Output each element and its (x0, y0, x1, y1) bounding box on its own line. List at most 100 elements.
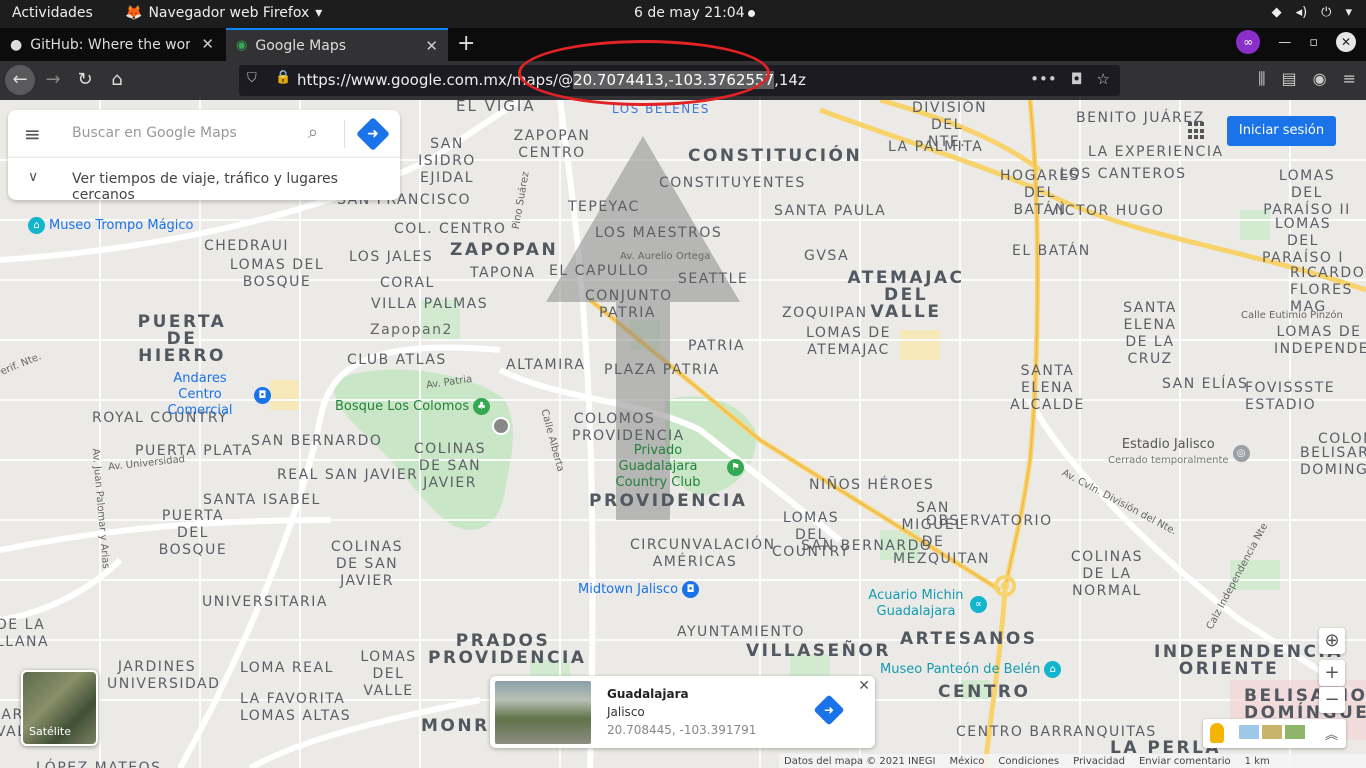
tab-github[interactable]: ● GitHub: Where the world ✕ (0, 28, 224, 61)
map-label: TAPONA (470, 265, 536, 281)
pocket-icon[interactable]: ◘ (1071, 70, 1083, 88)
home-button[interactable]: ⌂ (102, 65, 132, 95)
museum-icon: ⌂ (28, 217, 45, 234)
poi-label: Andares Centro Comercial (167, 371, 233, 418)
layer-thumbnail-terrain[interactable] (1262, 725, 1282, 739)
poi-label: Acuario Michin Guadalajara (868, 588, 964, 619)
map-label: EL CAPULLO (549, 263, 650, 279)
zoom-in-button[interactable]: + (1319, 660, 1345, 686)
github-icon: ● (10, 36, 23, 53)
google-maps-icon: ◉ (236, 38, 248, 53)
golf-icon: ⚑ (727, 458, 744, 476)
poi-label: Estadio Jalisco (1121, 437, 1215, 452)
chevron-down-icon: ∨ (28, 169, 39, 185)
new-tab-button[interactable]: + (457, 31, 475, 56)
clock[interactable]: 6 de may 21:04 (634, 5, 745, 21)
directions-button[interactable]: ➜ (813, 694, 845, 726)
map-label: TEPEYAC (568, 199, 640, 215)
my-location-button[interactable]: ⊕ (1319, 628, 1345, 654)
map-label: BELISARIO DOMING (1300, 445, 1366, 478)
place-card[interactable]: Guadalajara Jalisco 20.708445, -103.3917… (490, 676, 875, 748)
close-tab-icon[interactable]: ✕ (425, 37, 438, 55)
poi-museo-panteon-belen[interactable]: Museo Panteón de Belén ⌂ (880, 661, 1062, 678)
google-apps-icon[interactable] (1188, 122, 1206, 140)
place-marker-icon[interactable] (492, 417, 510, 435)
poi-country-club[interactable]: Privado Guadalajara Country Club ⚑ (593, 443, 744, 491)
url-suffix: ,14z (774, 71, 806, 89)
nearby-expander[interactable]: ∨ Ver tiempos de viaje, tráfico y lugare… (8, 157, 400, 203)
search-input[interactable]: Buscar en Google Maps (72, 125, 237, 141)
app-menu[interactable]: 🦊 Navegador web Firefox ▾ (125, 5, 322, 21)
zoom-out-button[interactable]: − (1319, 687, 1345, 713)
directions-button[interactable]: ➜ (356, 117, 390, 151)
back-button[interactable]: ← (5, 65, 35, 95)
tracking-shield-icon[interactable]: ⛉ (247, 71, 257, 86)
minimize-button[interactable]: — (1278, 35, 1291, 50)
shopping-icon: ◘ (682, 581, 700, 598)
poi-label: Midtown Jalisco (578, 581, 679, 597)
terms-link[interactable]: Condiciones (998, 756, 1059, 767)
library-icon[interactable]: ⫼ (1258, 69, 1265, 89)
activities-button[interactable]: Actividades (12, 5, 93, 21)
close-tab-icon[interactable]: ✕ (201, 35, 214, 53)
map-label: PROVIDENCIA (589, 491, 748, 511)
map-label: CORAL (380, 275, 435, 291)
map-label: GVSA (804, 248, 850, 264)
search-icon[interactable]: ⌕ (308, 122, 318, 143)
bookmark-star-icon[interactable]: ☆ (1097, 70, 1110, 88)
privacy-link[interactable]: Privacidad (1073, 756, 1125, 767)
map-label: EL VIGÍA (456, 100, 536, 115)
place-photo[interactable] (495, 681, 591, 744)
scale-label[interactable]: 1 km (1245, 756, 1270, 767)
map-label: DE LA LLANA (0, 617, 50, 650)
pegman-icon[interactable] (1210, 723, 1224, 743)
map-label: CONSTITUCIÓN (688, 146, 863, 166)
map-canvas[interactable]: EL VIGÍA LOS BELENES DIVISIÓN DEL NTE. B… (0, 100, 1366, 768)
sign-in-button[interactable]: Iniciar sesión (1227, 116, 1336, 146)
maximize-button[interactable]: ▫ (1309, 35, 1318, 50)
map-label: SAN MIGUEL DE MEZQUITAN (893, 500, 990, 567)
map-label: LOS MAESTROS (595, 225, 723, 241)
page-actions-icon[interactable]: ••• (1030, 70, 1057, 88)
poi-bosque-los-colomos[interactable]: Bosque Los Colomos ♣ (335, 398, 491, 415)
poi-museo-trompo-magico[interactable]: ⌂ Museo Trompo Mágico (28, 217, 194, 234)
highlight-ellipse (518, 40, 770, 106)
map-data-credit[interactable]: Datos del mapa © 2021 INEGI (784, 756, 936, 767)
map-label: LOMAS DE INDEPENDENCIA (1274, 324, 1366, 357)
layer-thumbnail-transit[interactable] (1239, 725, 1259, 739)
lock-icon[interactable]: 🔒 (275, 70, 291, 85)
sidebar-icon[interactable]: ▤ (1282, 69, 1297, 89)
poi-label: Privado Guadalajara Country Club (615, 443, 701, 490)
account-icon[interactable]: ◉ (1313, 69, 1327, 89)
country-link[interactable]: México (950, 756, 985, 767)
map-label: ARTESANOS (900, 629, 1038, 649)
map-label: COL. CENTRO (394, 221, 507, 237)
nearby-label: Ver tiempos de viaje, tráfico y lugares … (72, 171, 338, 203)
chevron-up-icon[interactable]: ︽ (1325, 724, 1338, 743)
hamburger-menu-icon[interactable]: ≡ (1343, 69, 1356, 89)
map-label: JARDINES UNIVERSIDAD (107, 659, 221, 692)
poi-acuario-michin[interactable]: Acuario Michin Guadalajara ∝ (866, 588, 987, 620)
system-tray[interactable]: ◆ ◂) ⏻ ▾ (1272, 5, 1352, 20)
map-label: LA PALMITA (888, 139, 984, 155)
poi-midtown-jalisco[interactable]: Midtown Jalisco ◘ (578, 581, 700, 598)
reload-button[interactable]: ↻ (70, 65, 100, 95)
map-label: LA EXPERIENCIA (1088, 144, 1224, 160)
system-top-bar: Actividades 🦊 Navegador web Firefox ▾ 6 … (0, 0, 1366, 28)
hamburger-menu-icon[interactable]: ≡ (24, 122, 41, 146)
feedback-link[interactable]: Enviar comentario (1139, 756, 1231, 767)
map-label: VILLA PALMAS (371, 296, 489, 312)
map-label: CLUB ATLAS (347, 352, 447, 368)
poi-estadio-jalisco[interactable]: Estadio Jalisco Cerrado temporalmente ◎ (1108, 437, 1250, 469)
layer-thumbnail-bike[interactable] (1285, 725, 1305, 739)
poi-andares[interactable]: ◘ Andares Centro Comercial (150, 371, 271, 419)
map-label: SANTA ISABEL (203, 492, 321, 508)
map-label: VÍCTOR HUGO (1048, 203, 1165, 219)
map-label: COLINAS DE SAN JAVIER (330, 539, 404, 589)
satellite-toggle[interactable]: Satélite (21, 670, 98, 746)
close-window-button[interactable]: ✕ (1336, 32, 1356, 52)
forward-button[interactable]: → (38, 65, 68, 95)
toolbar-icons: ⫼ ▤ ◉ ≡ (1258, 69, 1356, 89)
close-icon[interactable]: ✕ (858, 678, 870, 694)
tab-google-maps[interactable]: ◉ Google Maps ✕ (226, 28, 448, 61)
